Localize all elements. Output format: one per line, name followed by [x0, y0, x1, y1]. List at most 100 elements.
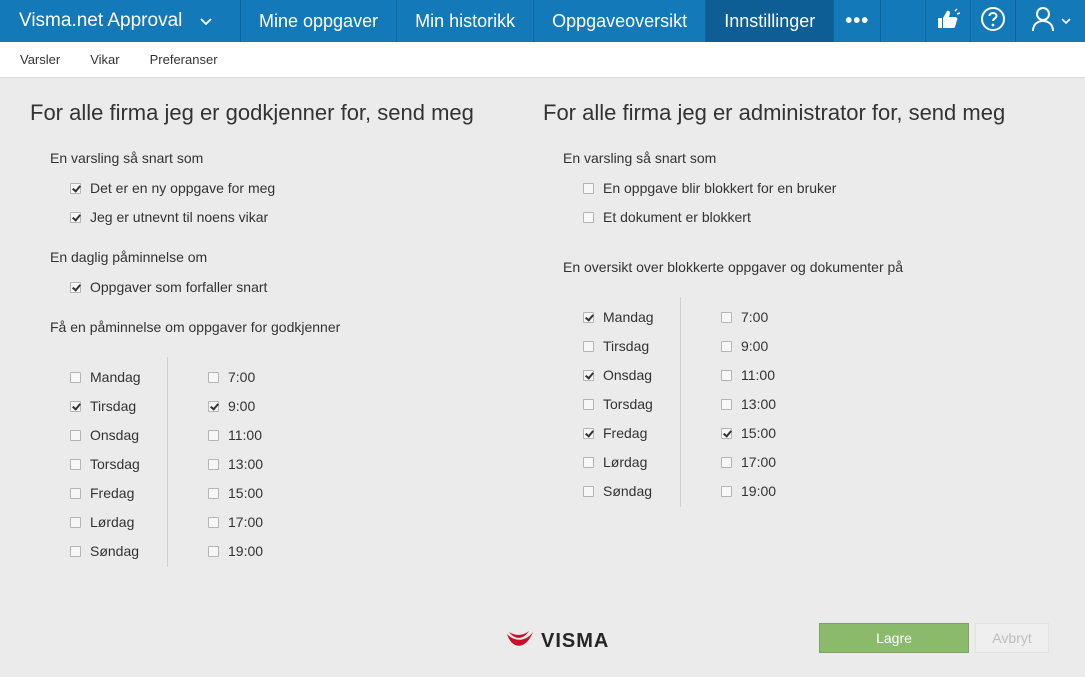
checkbox-day-2[interactable]: Onsdag — [70, 427, 139, 443]
checkbox-time-1[interactable]: 9:00 — [208, 398, 255, 414]
checkbox-box[interactable] — [721, 369, 732, 381]
checkbox-day-1[interactable]: Tirsdag — [583, 338, 649, 354]
checkbox-label: 11:00 — [741, 367, 775, 383]
checkbox-box[interactable] — [70, 429, 81, 441]
more-menu-button[interactable]: ••• — [834, 0, 882, 42]
checkbox-box[interactable] — [70, 182, 81, 194]
checkbox-label: 17:00 — [228, 514, 264, 530]
checkbox-day-4[interactable]: Fredag — [583, 425, 647, 441]
checkbox-box[interactable] — [583, 182, 594, 194]
checkbox-time-2[interactable]: 11:00 — [208, 427, 262, 443]
nav-task-overview[interactable]: Oppgaveoversikt — [534, 0, 707, 42]
checkbox-box[interactable] — [208, 371, 219, 383]
checkbox-day-6[interactable]: Søndag — [583, 483, 652, 499]
checkbox-box[interactable] — [583, 369, 594, 381]
sub-navigation: Varsler Vikar Preferanser — [0, 42, 1085, 78]
checkbox-box[interactable] — [70, 400, 81, 412]
checkbox-label: 19:00 — [228, 543, 264, 559]
subnav-preferences[interactable]: Preferanser — [150, 52, 218, 67]
help-button[interactable] — [970, 0, 1015, 42]
checkbox-label: En oppgave blir blokkert for en bruker — [603, 180, 837, 196]
checkbox-day-1[interactable]: Tirsdag — [70, 398, 136, 414]
cancel-button[interactable]: Avbryt — [975, 623, 1049, 653]
checkbox-time-6[interactable]: 19:00 — [208, 543, 263, 559]
checkbox-box[interactable] — [583, 211, 594, 223]
checkbox-box[interactable] — [208, 487, 219, 499]
checkbox-time-3[interactable]: 13:00 — [721, 396, 776, 412]
checkbox-box[interactable] — [70, 211, 81, 223]
approval-button[interactable] — [925, 0, 970, 42]
checkbox-label: Tirsdag — [603, 338, 650, 354]
checkbox-label: 17:00 — [741, 454, 777, 470]
checkbox-box[interactable] — [721, 398, 732, 410]
checkbox-box[interactable] — [721, 427, 732, 439]
checkbox-box[interactable] — [583, 340, 594, 352]
checkbox-box[interactable] — [70, 487, 81, 499]
checkbox-day-5[interactable]: Lørdag — [70, 514, 134, 530]
user-menu-button[interactable] — [1015, 0, 1085, 42]
checkbox-day-4[interactable]: Fredag — [70, 485, 134, 501]
checkbox-day-3[interactable]: Torsdag — [583, 396, 653, 412]
checkbox-box[interactable] — [70, 371, 81, 383]
checkbox-time-2[interactable]: 11:00 — [721, 367, 775, 383]
checkbox-task-blocked[interactable]: En oppgave blir blokkert for en bruker — [583, 180, 836, 196]
checkbox-box[interactable] — [583, 398, 594, 410]
checkbox-label: Fredag — [603, 425, 648, 441]
checkbox-box[interactable] — [70, 458, 81, 470]
checkbox-day-6[interactable]: Søndag — [70, 543, 139, 559]
checkbox-label: Torsdag — [603, 396, 653, 412]
checkbox-time-0[interactable]: 7:00 — [208, 369, 255, 385]
checkbox-label: 15:00 — [228, 485, 264, 501]
checkbox-box[interactable] — [70, 281, 81, 293]
checkbox-time-6[interactable]: 19:00 — [721, 483, 776, 499]
save-button[interactable]: Lagre — [819, 623, 969, 653]
checkbox-box[interactable] — [721, 485, 732, 497]
checkbox-label: Lørdag — [90, 514, 135, 530]
subnav-substitute[interactable]: Vikar — [90, 52, 119, 67]
checkbox-box[interactable] — [721, 340, 732, 352]
app-switcher[interactable]: Visma.net Approval — [0, 0, 241, 42]
checkbox-day-2[interactable]: Onsdag — [583, 367, 652, 383]
checkbox-label: 7:00 — [228, 369, 256, 385]
checkbox-document-blocked[interactable]: Et dokument er blokkert — [583, 209, 751, 225]
checkbox-box[interactable] — [583, 456, 594, 468]
checkbox-label: 9:00 — [228, 398, 256, 414]
checkbox-time-1[interactable]: 9:00 — [721, 338, 768, 354]
checkbox-box[interactable] — [721, 456, 732, 468]
checkbox-box[interactable] — [208, 400, 219, 412]
checkbox-label: 11:00 — [228, 427, 262, 443]
checkbox-time-5[interactable]: 17:00 — [208, 514, 263, 530]
checkbox-time-4[interactable]: 15:00 — [721, 425, 776, 441]
checkbox-day-5[interactable]: Lørdag — [583, 454, 647, 470]
nav-label: Mine oppgaver — [259, 10, 379, 31]
checkbox-day-0[interactable]: Mandag — [70, 369, 141, 385]
subnav-notifications[interactable]: Varsler — [20, 52, 60, 67]
checkbox-label: 13:00 — [741, 396, 777, 412]
checkbox-time-3[interactable]: 13:00 — [208, 456, 263, 472]
checkbox-label: Tirsdag — [90, 398, 137, 414]
checkbox-box[interactable] — [70, 516, 81, 528]
checkbox-time-5[interactable]: 17:00 — [721, 454, 776, 470]
checkbox-new-task[interactable]: Det er en ny oppgave for meg — [70, 180, 275, 196]
checkbox-time-0[interactable]: 7:00 — [721, 309, 768, 325]
checkbox-substitute[interactable]: Jeg er utnevnt til noens vikar — [70, 209, 268, 225]
thumbs-up-icon — [936, 7, 961, 35]
checkbox-day-0[interactable]: Mandag — [583, 309, 654, 325]
nav-settings[interactable]: Innstillinger — [706, 0, 835, 42]
checkbox-day-3[interactable]: Torsdag — [70, 456, 140, 472]
checkbox-box[interactable] — [583, 311, 594, 323]
checkbox-box[interactable] — [583, 485, 594, 497]
checkbox-time-4[interactable]: 15:00 — [208, 485, 263, 501]
checkbox-box[interactable] — [208, 516, 219, 528]
nav-my-history[interactable]: Min historikk — [397, 0, 535, 42]
checkbox-box[interactable] — [208, 458, 219, 470]
checkbox-box[interactable] — [583, 427, 594, 439]
divider — [680, 297, 681, 507]
checkbox-box[interactable] — [721, 311, 732, 323]
checkbox-box[interactable] — [70, 545, 81, 557]
visma-logo: VISMA — [506, 630, 609, 653]
checkbox-box[interactable] — [208, 429, 219, 441]
checkbox-due-soon[interactable]: Oppgaver som forfaller snart — [70, 279, 267, 295]
nav-my-tasks[interactable]: Mine oppgaver — [241, 0, 398, 42]
checkbox-box[interactable] — [208, 545, 219, 557]
